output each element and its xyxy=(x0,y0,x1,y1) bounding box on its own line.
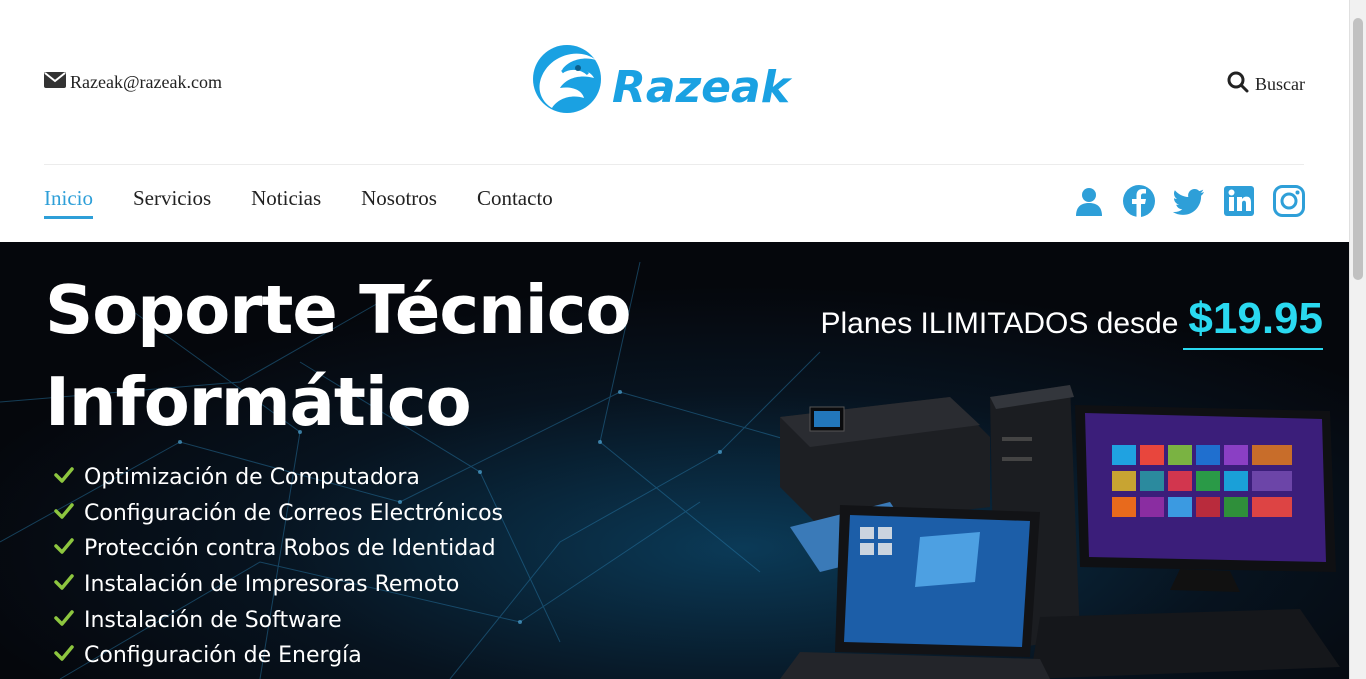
logo-wordmark: Razeak xyxy=(612,62,793,113)
nav-item-servicios[interactable]: Servicios xyxy=(133,186,211,219)
page-scrollbar[interactable] xyxy=(1349,0,1366,679)
email-text: Razeak@razeak.com xyxy=(70,72,222,92)
nav-item-nosotros[interactable]: Nosotros xyxy=(361,186,437,219)
feature-item: Configuración de Energía xyxy=(54,638,503,674)
hero-banner: Soporte Técnico Informático Planes ILIMI… xyxy=(0,242,1349,679)
email-link[interactable]: Razeak@razeak.com xyxy=(44,71,222,94)
header-divider xyxy=(44,164,1304,165)
plans-offer: Planes ILIMITADOS desde $19.95 xyxy=(820,294,1323,344)
linkedin-icon[interactable] xyxy=(1222,184,1256,218)
search-label: Buscar xyxy=(1255,74,1305,94)
search-button[interactable]: Buscar xyxy=(1227,71,1305,98)
nav-item-inicio[interactable]: Inicio xyxy=(44,186,93,219)
nav-item-noticias[interactable]: Noticias xyxy=(251,186,321,219)
check-icon xyxy=(54,572,74,597)
monitor xyxy=(1075,405,1336,592)
feature-item: Instalación de Software xyxy=(54,602,503,638)
eagle-logo-icon xyxy=(533,45,601,113)
envelope-icon xyxy=(44,71,66,94)
razeak-logo[interactable]: Razeak xyxy=(532,42,817,117)
plans-text: Planes ILIMITADOS desde xyxy=(820,307,1179,340)
feature-label: Configuración de Correos Electrónicos xyxy=(84,500,504,526)
plans-price: $19.95 xyxy=(1188,294,1323,343)
scrollbar-thumb[interactable] xyxy=(1353,18,1363,280)
instagram-icon[interactable] xyxy=(1272,184,1306,218)
facebook-icon[interactable] xyxy=(1122,184,1156,218)
hero-title-line2: Informático xyxy=(45,363,472,441)
features-list: Optimización de Computadora Configuració… xyxy=(54,460,503,674)
social-links xyxy=(1072,184,1306,218)
check-icon xyxy=(54,465,74,490)
check-icon xyxy=(54,643,74,668)
feature-label: Configuración de Energía xyxy=(84,643,362,669)
hero-title-line1: Soporte Técnico xyxy=(45,271,631,349)
feature-item: Optimización de Computadora xyxy=(54,460,503,496)
search-icon xyxy=(1227,71,1249,98)
feature-item: Protección contra Robos de Identidad xyxy=(54,531,503,567)
site-header: Razeak@razeak.com Razeak Buscar xyxy=(0,0,1349,165)
check-icon xyxy=(54,608,74,633)
check-icon xyxy=(54,501,74,526)
feature-label: Protección contra Robos de Identidad xyxy=(84,536,496,562)
feature-label: Instalación de Impresoras Remoto xyxy=(84,572,460,598)
feature-item: Instalación de Impresoras Remoto xyxy=(54,567,503,603)
price-underline xyxy=(1183,348,1323,350)
hero-title: Soporte Técnico Informático xyxy=(45,264,631,448)
devices-illustration xyxy=(780,385,1340,679)
nav-item-contacto[interactable]: Contacto xyxy=(477,186,553,219)
user-icon[interactable] xyxy=(1072,184,1106,218)
main-nav: Inicio Servicios Noticias Nosotros Conta… xyxy=(44,186,553,219)
twitter-icon[interactable] xyxy=(1172,184,1206,218)
feature-label: Instalación de Software xyxy=(84,607,342,633)
check-icon xyxy=(54,536,74,561)
feature-label: Optimización de Computadora xyxy=(84,465,420,491)
feature-item: Configuración de Correos Electrónicos xyxy=(54,496,503,532)
